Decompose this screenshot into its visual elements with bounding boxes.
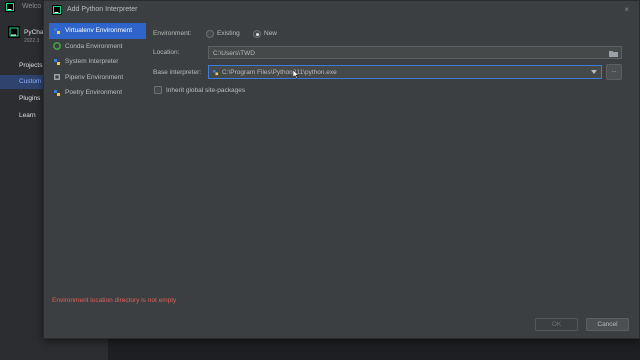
location-field[interactable]: C:\Users\TWD <box>208 46 622 59</box>
dialog-titlebar: Add Python Interpreter × <box>44 1 639 19</box>
env-item-poetry[interactable]: Poetry Environment <box>49 85 146 101</box>
environment-label: Environment: <box>153 30 192 37</box>
python-icon <box>54 58 60 65</box>
environment-new-label: New <box>264 30 278 37</box>
browse-interpreter-button[interactable]: ... <box>606 64 622 80</box>
add-interpreter-dialog: Add Python Interpreter × Virtualenv Envi… <box>43 0 640 339</box>
welcome-title: Welco <box>22 3 42 10</box>
mouse-cursor-icon <box>293 70 299 79</box>
environment-new-radio[interactable] <box>253 29 261 38</box>
close-icon[interactable]: × <box>624 5 629 14</box>
error-message: Environment location directory is not em… <box>52 297 177 304</box>
base-interpreter-value: C:\Program Files\Python311\python.exe <box>222 68 337 76</box>
product-name: PyCha <box>24 29 44 36</box>
pipenv-icon <box>54 74 60 80</box>
ok-button[interactable]: OK <box>535 318 578 331</box>
inherit-site-packages-checkbox[interactable] <box>154 86 162 94</box>
pycharm-logo-icon <box>52 5 62 15</box>
env-item-label: Pipenv Environment <box>65 73 124 81</box>
env-item-label: Poetry Environment <box>65 89 123 96</box>
environment-existing-radio[interactable] <box>206 29 214 38</box>
location-label: Location: <box>153 49 180 56</box>
dialog-title: Add Python Interpreter <box>67 6 138 13</box>
python-icon <box>212 69 219 76</box>
environment-existing-label: Existing <box>217 30 240 37</box>
env-item-label: Virtualenv Environment <box>65 27 133 34</box>
conda-icon <box>53 42 61 50</box>
env-item-pipenv[interactable]: Pipenv Environment <box>49 70 146 86</box>
pycharm-logo-icon <box>5 2 15 12</box>
product-version: 2022.3 <box>24 38 40 44</box>
base-interpreter-label: Base interpreter: <box>153 69 202 76</box>
env-item-label: System Interpreter <box>65 58 119 65</box>
cancel-button[interactable]: Cancel <box>586 318 629 331</box>
inherit-site-packages-label: Inherit global site-packages <box>166 87 246 94</box>
chevron-down-icon[interactable] <box>591 70 597 74</box>
location-value: C:\Users\TWD <box>213 49 255 57</box>
env-item-conda[interactable]: Conda Environment <box>49 39 146 55</box>
pycharm-product-icon <box>8 26 20 38</box>
virtualenv-icon <box>54 27 60 34</box>
env-type-list: Virtualenv Environment Conda Environment… <box>49 23 146 101</box>
env-item-virtualenv[interactable]: Virtualenv Environment <box>49 23 146 39</box>
base-interpreter-combobox[interactable]: C:\Program Files\Python311\python.exe <box>208 65 602 79</box>
env-item-label: Conda Environment <box>65 42 123 50</box>
folder-icon[interactable] <box>609 50 618 57</box>
poetry-icon <box>54 89 60 96</box>
env-item-system[interactable]: System Interpreter <box>49 54 146 70</box>
